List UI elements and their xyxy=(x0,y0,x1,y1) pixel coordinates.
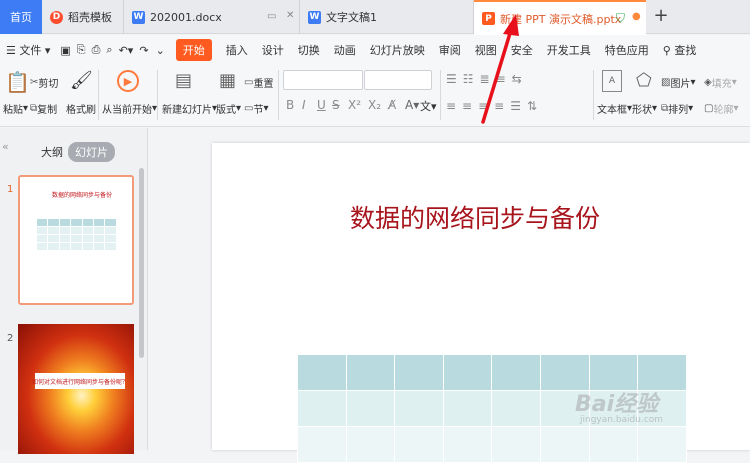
watermark-url: jingyan.baidu.com xyxy=(580,415,664,425)
watermark-logo: Bai经验 xyxy=(575,392,659,417)
annotation-arrow xyxy=(481,14,519,124)
